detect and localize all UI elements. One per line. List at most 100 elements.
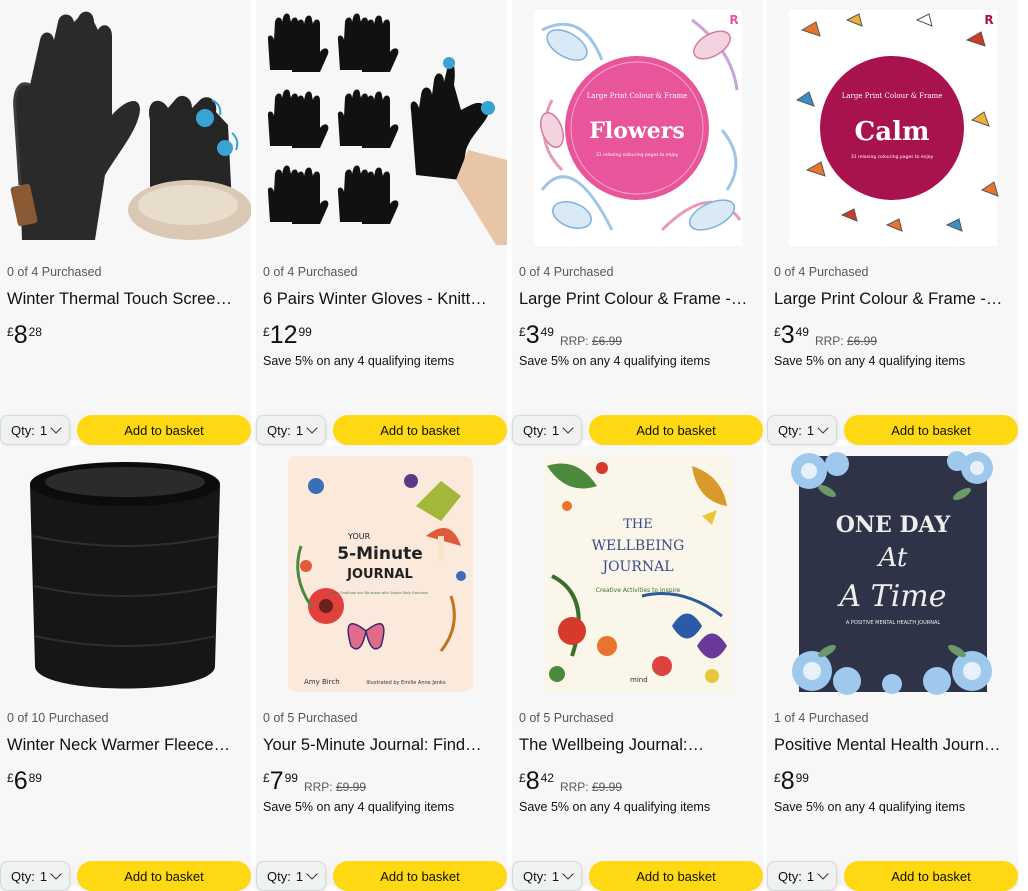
product-card[interactable]: 0 of 10 Purchased Winter Neck Warmer Fle… xyxy=(0,446,251,891)
cover-title-line-2: WELLBEING xyxy=(592,538,685,554)
price-whole: 8 xyxy=(780,767,795,795)
chevron-down-icon xyxy=(306,422,318,434)
cover-title-line-1: THE xyxy=(623,517,653,532)
purchase-count: 0 of 4 Purchased xyxy=(263,265,358,279)
save-offer-text: Save 5% on any 4 qualifying items xyxy=(519,354,711,368)
price-currency: £ xyxy=(263,325,270,339)
add-to-basket-button[interactable]: Add to basket xyxy=(589,861,763,891)
price-currency: £ xyxy=(7,771,14,785)
product-image[interactable]: Large Print Colour & Frame Calm 31 relax… xyxy=(767,0,1018,252)
product-title[interactable]: 6 Pairs Winter Gloves - Knitt… xyxy=(263,290,503,309)
product-image[interactable]: ONE DAY At A Time A POSITIVE MENTAL HEAL… xyxy=(767,446,1018,698)
price-whole: 12 xyxy=(269,321,298,349)
quantity-dropdown[interactable]: Qty: 1 xyxy=(0,415,70,445)
product-card[interactable]: THE WELLBEING JOURNAL Creative Activitie… xyxy=(512,446,763,891)
add-to-basket-button[interactable]: Add to basket xyxy=(589,415,763,445)
cover-small-text: Large Print Colour & Frame xyxy=(842,92,943,100)
product-image[interactable]: YOUR 5-Minute JOURNAL Find Gratitude and… xyxy=(256,446,507,698)
price-whole: 7 xyxy=(269,767,284,795)
product-image[interactable]: THE WELLBEING JOURNAL Creative Activitie… xyxy=(512,446,763,698)
product-title[interactable]: Winter Neck Warmer Fleece… xyxy=(7,736,247,755)
cover-brand-logo: mind xyxy=(630,676,648,684)
product-title[interactable]: Your 5-Minute Journal: Find… xyxy=(263,736,503,755)
neck-warmer-image xyxy=(30,462,220,689)
cover-subtitle-text: 31 relaxing colouring pages to enjoy xyxy=(851,154,934,160)
price-currency: £ xyxy=(263,771,270,785)
add-to-basket-button[interactable]: Add to basket xyxy=(77,415,251,445)
price-currency: £ xyxy=(7,325,14,339)
chevron-down-icon xyxy=(562,868,574,880)
chevron-down-icon xyxy=(306,868,318,880)
qty-label: Qty: xyxy=(267,868,291,884)
quantity-dropdown[interactable]: Qty: 1 xyxy=(256,415,326,445)
product-title[interactable]: Large Print Colour & Frame -… xyxy=(519,290,759,309)
product-card[interactable]: Large Print Colour & Frame Flowers 31 re… xyxy=(512,0,763,445)
product-price: £ 8 99 xyxy=(774,768,809,796)
wellbeing-journal-cover: THE WELLBEING JOURNAL Creative Activitie… xyxy=(544,456,732,692)
five-minute-journal-cover: YOUR 5-Minute JOURNAL Find Gratitude and… xyxy=(288,456,473,692)
price-fraction: 42 xyxy=(540,771,554,785)
save-offer-text: Save 5% on any 4 qualifying items xyxy=(263,354,455,368)
price-fraction: 28 xyxy=(28,325,42,339)
price-currency: £ xyxy=(774,325,781,339)
price-currency: £ xyxy=(519,771,526,785)
cover-subtitle-text: 31 relaxing colouring pages to enjoy xyxy=(596,152,679,158)
six-pairs-gloves-image xyxy=(267,13,507,245)
quantity-dropdown[interactable]: Qty: 1 xyxy=(512,415,582,445)
price-whole: 3 xyxy=(525,321,540,349)
price-fraction: 89 xyxy=(28,771,42,785)
product-image[interactable] xyxy=(256,0,507,252)
product-image[interactable]: Large Print Colour & Frame Flowers 31 re… xyxy=(512,0,763,252)
purchase-count: 0 of 4 Purchased xyxy=(519,265,614,279)
product-card[interactable]: Large Print Colour & Frame Calm 31 relax… xyxy=(767,0,1018,445)
cover-title-line-3: A Time xyxy=(836,579,946,614)
add-to-basket-button[interactable]: Add to basket xyxy=(333,415,507,445)
qty-value: 1 xyxy=(551,422,560,438)
quantity-dropdown[interactable]: Qty: 1 xyxy=(767,861,837,891)
price-fraction: 99 xyxy=(284,771,298,785)
add-to-basket-button[interactable]: Add to basket xyxy=(77,861,251,891)
product-price: £ 8 42 RRP: £9.99 xyxy=(519,768,622,796)
product-card[interactable]: 0 of 4 Purchased 6 Pairs Winter Gloves -… xyxy=(256,0,507,445)
publisher-logo: R xyxy=(984,13,993,27)
price-whole: 8 xyxy=(525,767,540,795)
product-card[interactable]: ONE DAY At A Time A POSITIVE MENTAL HEAL… xyxy=(767,446,1018,891)
add-to-basket-button[interactable]: Add to basket xyxy=(333,861,507,891)
product-card[interactable]: 0 of 4 Purchased Winter Thermal Touch Sc… xyxy=(0,0,251,445)
qty-label: Qty: xyxy=(523,422,547,438)
product-image[interactable] xyxy=(0,0,251,252)
product-card[interactable]: YOUR 5-Minute JOURNAL Find Gratitude and… xyxy=(256,446,507,891)
purchase-count: 0 of 10 Purchased xyxy=(7,711,109,725)
price-whole: 6 xyxy=(13,767,28,795)
price-whole: 3 xyxy=(780,321,795,349)
product-price: £ 3 49 RRP: £6.99 xyxy=(774,322,877,350)
publisher-logo: R xyxy=(729,13,738,27)
qty-label: Qty: xyxy=(11,868,35,884)
product-title[interactable]: Positive Mental Health Journ… xyxy=(774,736,1014,755)
product-title[interactable]: Large Print Colour & Frame -… xyxy=(774,290,1014,309)
rrp-label: RRP: xyxy=(814,334,844,348)
rrp-price: RRP: £6.99 xyxy=(560,334,622,348)
chevron-down-icon xyxy=(817,868,829,880)
purchase-count: 0 of 5 Purchased xyxy=(263,711,358,725)
cover-subtitle-text: Creative Activities to Inspire xyxy=(596,587,681,594)
quantity-dropdown[interactable]: Qty: 1 xyxy=(256,861,326,891)
rrp-value: £9.99 xyxy=(591,780,622,794)
rrp-label: RRP: xyxy=(559,780,589,794)
qty-label: Qty: xyxy=(267,422,291,438)
cover-your-text: YOUR xyxy=(347,532,371,541)
quantity-dropdown[interactable]: Qty: 1 xyxy=(0,861,70,891)
add-to-basket-button[interactable]: Add to basket xyxy=(844,415,1018,445)
price-fraction: 49 xyxy=(795,325,809,339)
price-fraction: 99 xyxy=(298,325,312,339)
chevron-down-icon xyxy=(562,422,574,434)
rrp-price: RRP: £6.99 xyxy=(815,334,877,348)
product-image[interactable] xyxy=(0,446,251,698)
save-offer-text: Save 5% on any 4 qualifying items xyxy=(774,800,966,814)
quantity-dropdown[interactable]: Qty: 1 xyxy=(512,861,582,891)
price-whole: 8 xyxy=(13,321,28,349)
add-to-basket-button[interactable]: Add to basket xyxy=(844,861,1018,891)
product-title[interactable]: The Wellbeing Journal:… xyxy=(519,736,759,755)
quantity-dropdown[interactable]: Qty: 1 xyxy=(767,415,837,445)
product-title[interactable]: Winter Thermal Touch Scree… xyxy=(7,290,247,309)
